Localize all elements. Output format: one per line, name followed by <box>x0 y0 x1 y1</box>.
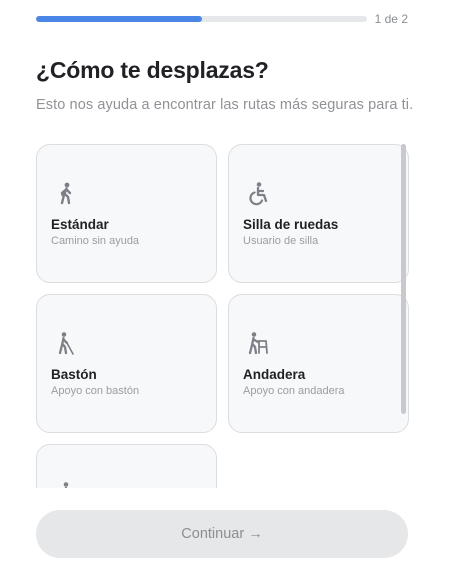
progress-bar <box>36 16 367 22</box>
option-description: Apoyo con bastón <box>51 385 140 397</box>
page-title: ¿Cómo te desplazas? <box>36 57 269 83</box>
options-scrollbar[interactable] <box>401 144 406 414</box>
option-description: Usuario de silla <box>243 235 319 247</box>
wheelchair-icon <box>249 182 268 206</box>
option-title: Estándar <box>51 217 109 232</box>
cane-person-icon <box>58 332 74 355</box>
option-card-cane[interactable]: Bastón Apoyo con bastón <box>36 294 217 433</box>
option-description: Camino sin ayuda <box>51 235 140 247</box>
option-card-wheelchair[interactable]: Silla de ruedas Usuario de silla <box>228 144 409 283</box>
option-title: Andadera <box>243 367 306 382</box>
progress-fill <box>36 16 202 22</box>
option-card-walker[interactable]: Andadera Apoyo con andadera <box>228 294 409 433</box>
person-icon <box>63 482 69 488</box>
option-description: Apoyo con andadera <box>243 385 345 397</box>
page-subtitle: Esto nos ayuda a encontrar las rutas más… <box>36 97 414 113</box>
option-title: Bastón <box>51 367 97 382</box>
mobility-options-list[interactable]: Estándar Camino sin ayuda Silla de rueda… <box>36 144 409 488</box>
walking-person-icon <box>60 182 72 205</box>
option-title: Silla de ruedas <box>243 217 339 232</box>
step-indicator: 1 de 2 <box>374 12 408 26</box>
progress-row: 1 de 2 <box>36 12 408 26</box>
option-card-standard[interactable]: Estándar Camino sin ayuda <box>36 144 217 283</box>
option-card-partial[interactable] <box>36 444 217 488</box>
continue-button[interactable]: Continuar → <box>36 510 408 558</box>
walker-person-icon <box>248 332 268 355</box>
